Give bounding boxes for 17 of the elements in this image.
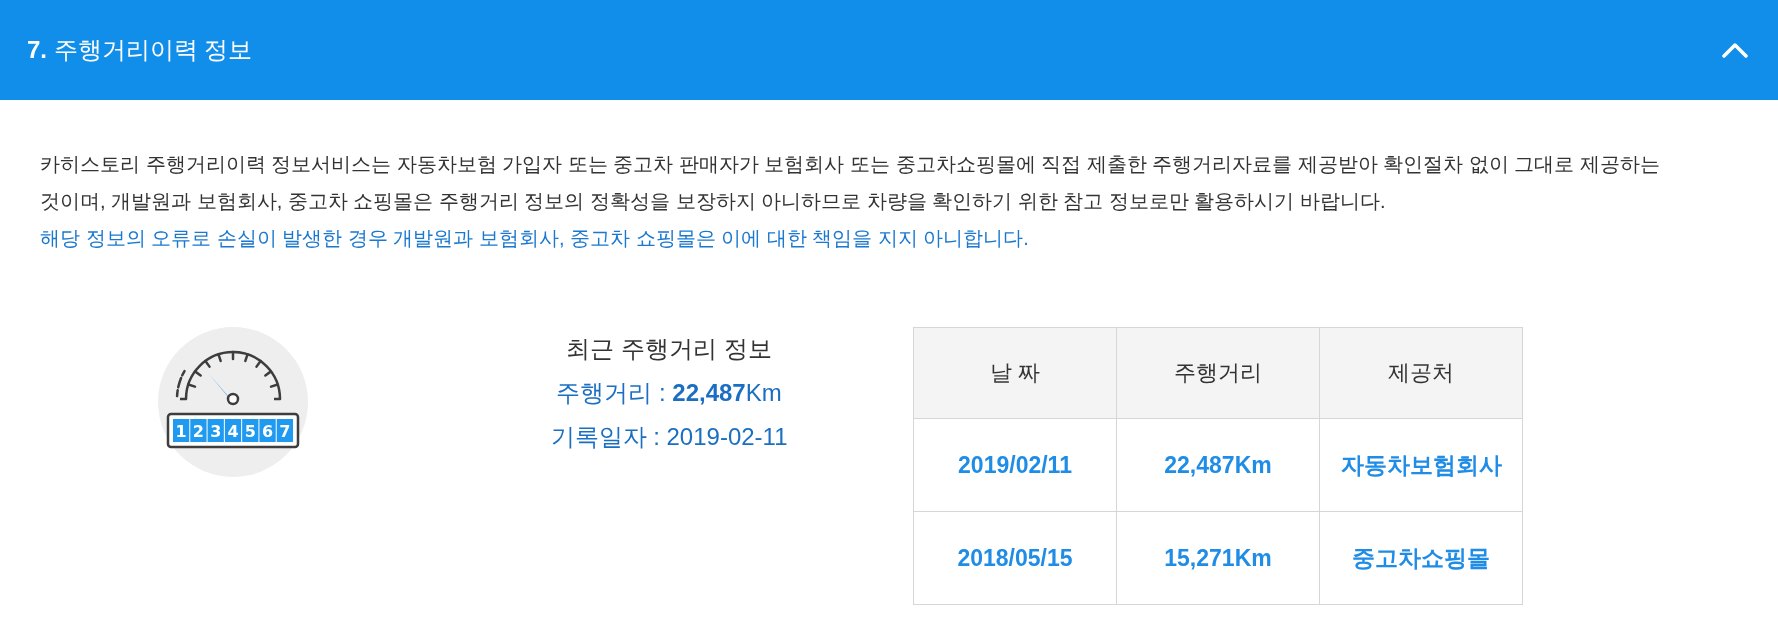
- recent-info-line: 주행거리 : 22,487Km: [556, 378, 782, 408]
- date-cell: 2019/02/11: [913, 418, 1117, 512]
- chevron-up-icon[interactable]: [1722, 42, 1748, 58]
- column-header: 날 짜: [913, 327, 1117, 419]
- provider-cell: 자동차보험회사: [1319, 418, 1523, 512]
- provider-cell: 중고차쇼핑몰: [1319, 511, 1523, 605]
- recent-info-line: 기록일자 : 2019-02-11: [550, 422, 788, 452]
- section-title: 7. 주행거리이력 정보: [27, 35, 253, 65]
- odometer-icon: 1 2 3 4 5 6 7: [158, 327, 308, 477]
- column-header: 주행거리: [1116, 327, 1320, 419]
- distance-cell: 15,271Km: [1116, 511, 1320, 605]
- column-header: 제공처: [1319, 327, 1523, 419]
- recent-info-title: 최근 주행거리 정보: [566, 334, 772, 364]
- distance-cell: 22,487Km: [1116, 418, 1320, 512]
- warning-text: 해당 정보의 오류로 손실이 발생한 경우 개발원과 보험회사, 중고차 쇼핑몰은 이에 대한 책임을 지지 아니합니다.: [40, 226, 1029, 251]
- date-cell: 2018/05/15: [913, 511, 1117, 605]
- notice-text: 카히스토리 주행거리이력 정보서비스는 자동차보험 가입자 또는 중고차 판매자가 보험회사 또는 중고차쇼핑몰에 직접 제출한 주행거리자료를 제공받아 확인절차 없이 그대로 제공하는 것이며, 개발원과 보험회사, 중고차 쇼핑몰은 주행거리 정보의 정확성을 보장하지 아니하므로 차량을 확인하기 위한 참고 정보로만 활용하시기 바랍니다.: [40, 152, 1662, 214]
